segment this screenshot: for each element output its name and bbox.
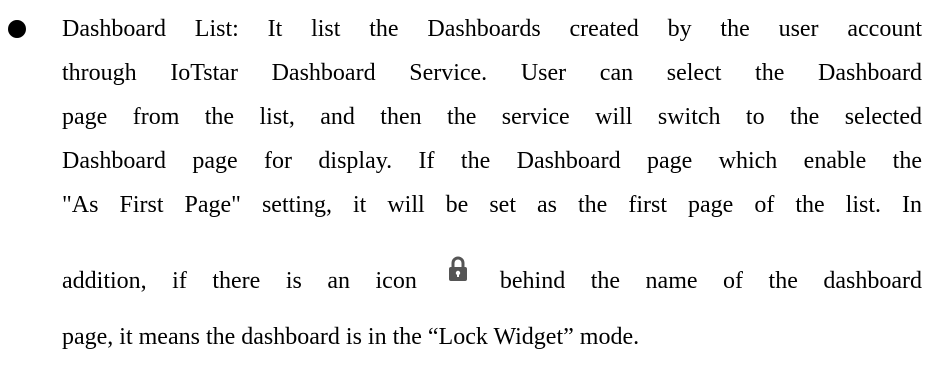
line-6-text-before-icon: addition, if there is an icon — [62, 268, 417, 294]
line-6-text-after-icon: behind the name of the dashboard — [499, 268, 923, 294]
bullet-item-dashboard-list: Dashboard List: It list the Dashboards c… — [0, 0, 935, 381]
paragraph-line-3: page from the list, and then the service… — [62, 104, 922, 130]
paragraph-line-6: addition, if there is an icon behind the… — [62, 256, 923, 296]
paragraph-line-1: Dashboard List: It list the Dashboards c… — [62, 16, 922, 42]
bullet-dot-icon — [8, 20, 26, 38]
paragraph-line-5: "As First Page" setting, it will be set … — [62, 192, 922, 218]
paragraph-line-2: through IoTstar Dashboard Service. User … — [62, 60, 922, 86]
paragraph-line-7: page, it means the dashboard is in the “… — [62, 324, 640, 350]
lock-icon — [449, 256, 468, 281]
paragraph-line-4: Dashboard page for display. If the Dashb… — [62, 148, 922, 174]
